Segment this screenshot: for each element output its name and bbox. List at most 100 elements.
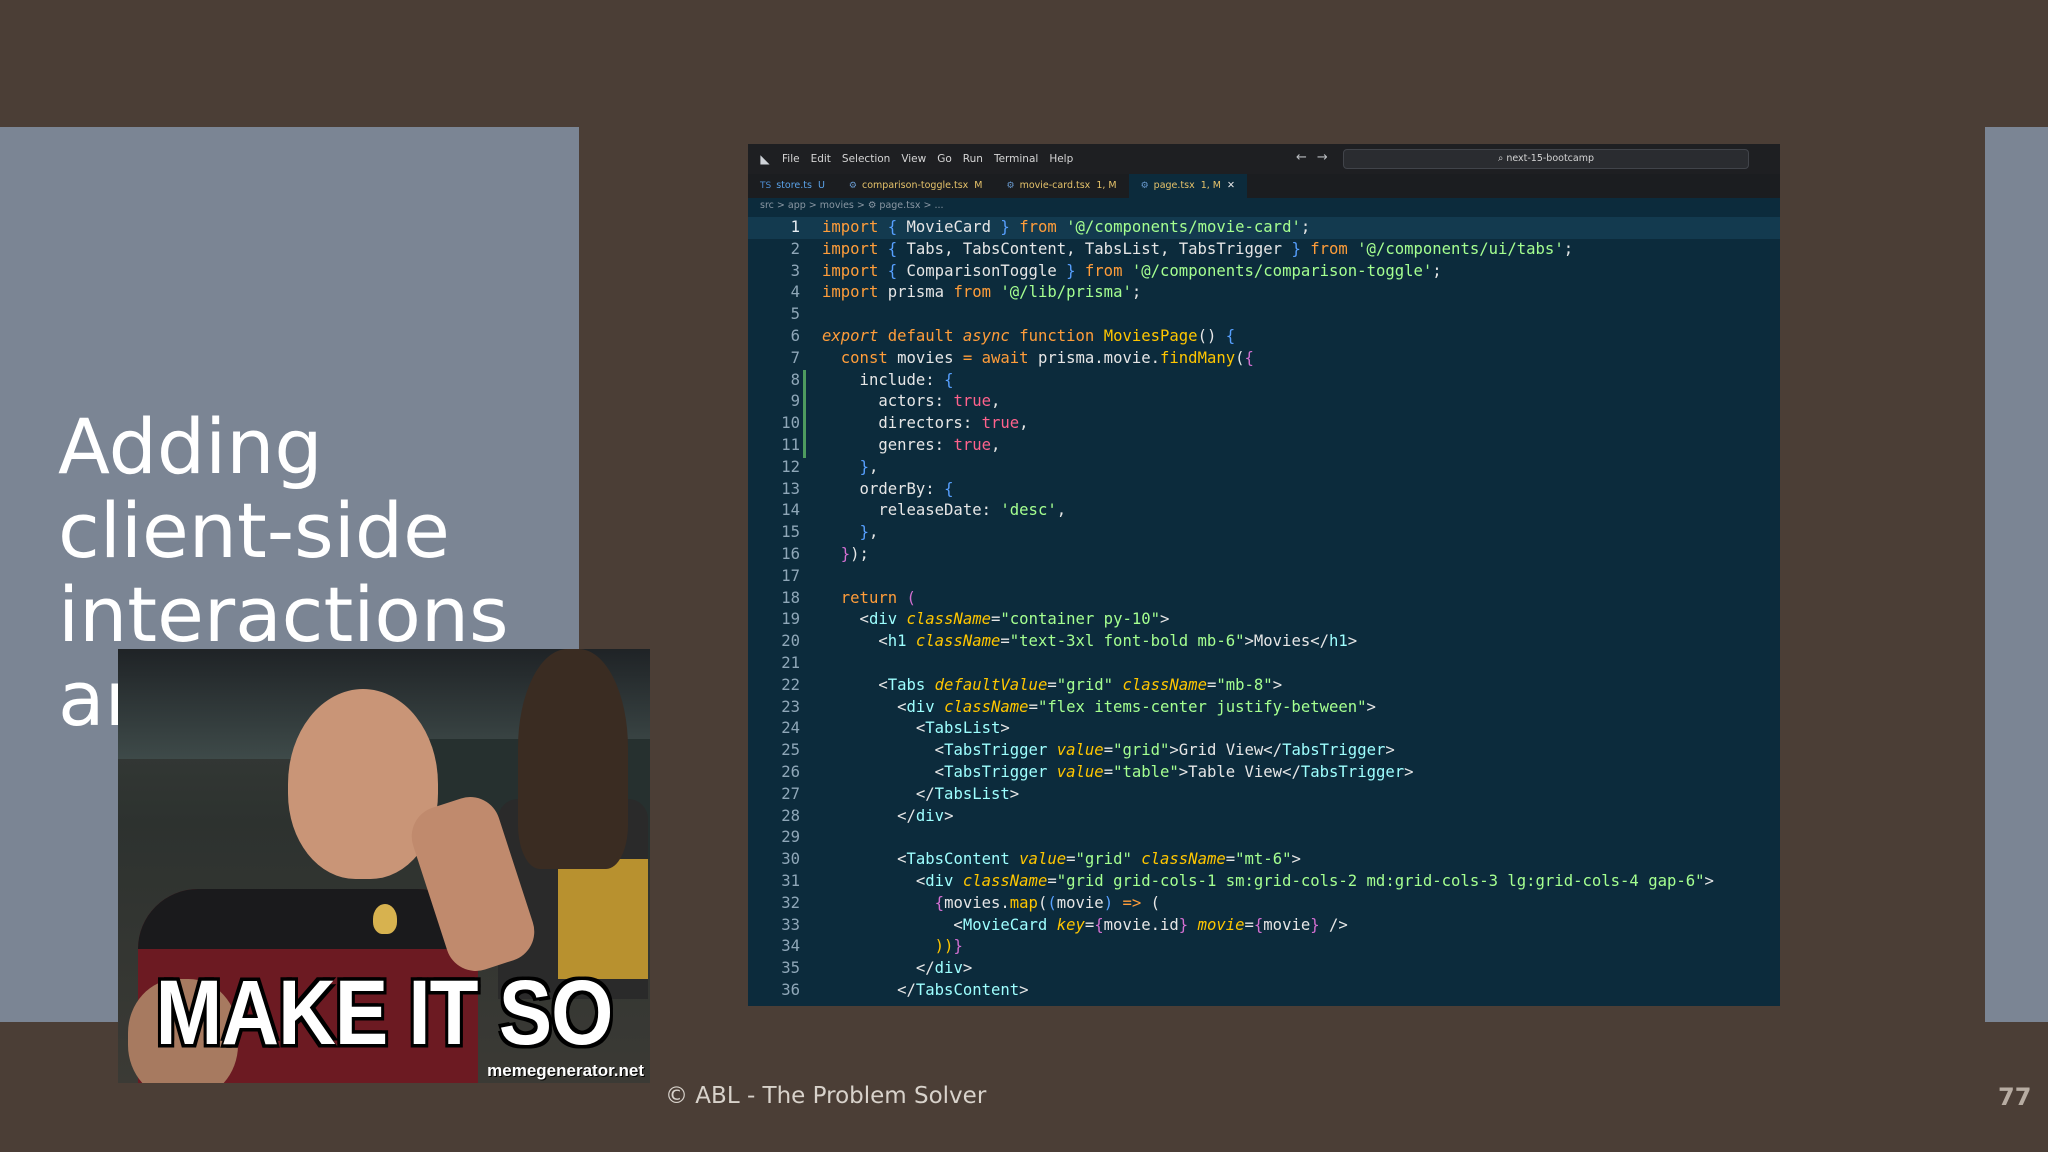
- code-text: const movies = await prisma.movie.findMa…: [840, 348, 1254, 367]
- menu-item-selection[interactable]: Selection: [842, 153, 890, 165]
- line-number: 35: [781, 959, 800, 978]
- code-text: </div>: [822, 806, 954, 825]
- code-line[interactable]: 7 const movies = await prisma.movie.find…: [748, 348, 1780, 370]
- tab-comparison-toggle[interactable]: ⚙ comparison-toggle.tsx M: [837, 174, 995, 198]
- code-line[interactable]: 2 import { Tabs, TabsContent, TabsList, T…: [748, 239, 1780, 261]
- menu-item-terminal[interactable]: Terminal: [994, 153, 1038, 165]
- code-line[interactable]: 24 <TabsList>: [748, 718, 1780, 740]
- code-text: <TabsList>: [822, 719, 1010, 738]
- tab-label: comparison-toggle.tsx: [862, 180, 969, 191]
- code-line[interactable]: 20 <h1 className="text-3xl font-bold mb-…: [748, 631, 1780, 653]
- code-line[interactable]: 23 <div className="flex items-center jus…: [748, 697, 1780, 719]
- code-line[interactable]: 19 <div className="container py-10">: [748, 609, 1780, 631]
- code-line[interactable]: 22 <Tabs defaultValue="grid" className="…: [748, 675, 1780, 697]
- meme-watermark: memegenerator.net: [487, 1061, 644, 1080]
- code-line[interactable]: 32 {movies.map((movie) => (: [748, 893, 1780, 915]
- line-number: 26: [781, 763, 800, 781]
- code-text: return (: [840, 588, 916, 607]
- code-text: </TabsContent>: [822, 981, 1029, 999]
- code-line[interactable]: 27 </TabsList>: [748, 784, 1780, 806]
- code-text: actors: true,: [822, 392, 1001, 411]
- code-text: orderBy: {: [822, 479, 954, 498]
- code-line[interactable]: 34 ))}: [748, 936, 1780, 958]
- line-number: 4: [790, 283, 800, 302]
- slide-title-line: client-side: [58, 486, 450, 575]
- breadcrumb[interactable]: src > app > movies > ⚙ page.tsx > ...: [760, 200, 944, 216]
- code-line[interactable]: 4 import prisma from '@/lib/prisma';: [748, 282, 1780, 304]
- code-text: export default async function MoviesPage…: [822, 327, 1236, 345]
- close-icon[interactable]: ✕: [1227, 180, 1235, 191]
- code-line[interactable]: 30 <TabsContent value="grid" className="…: [748, 849, 1780, 871]
- code-line[interactable]: 6 export default async function MoviesPag…: [748, 326, 1780, 348]
- line-number: 28: [781, 806, 800, 825]
- line-number: 2: [790, 239, 800, 258]
- code-line[interactable]: 21: [748, 653, 1780, 675]
- code-line[interactable]: 15 },: [748, 522, 1780, 544]
- line-number: 20: [781, 632, 800, 651]
- code-line[interactable]: 13 orderBy: {: [748, 479, 1780, 501]
- line-number: 33: [781, 915, 800, 934]
- tab-status: 1, M: [1096, 180, 1117, 191]
- slide-title-line: interactions: [58, 570, 509, 659]
- line-number: 15: [781, 523, 800, 542]
- menu-item-go[interactable]: Go: [937, 153, 952, 165]
- vscode-logo-icon[interactable]: ◣: [754, 152, 776, 166]
- meme-combadge: [373, 904, 397, 934]
- code-text: },: [859, 523, 879, 542]
- code-text: <TabsTrigger value="grid">Grid View</Tab…: [822, 741, 1395, 760]
- line-number: 30: [781, 850, 800, 869]
- code-line[interactable]: 17: [748, 566, 1780, 588]
- code-text: },: [859, 457, 879, 476]
- line-number: 1: [790, 218, 800, 236]
- meme-caption: MAKE IT SO: [155, 961, 614, 1064]
- line-number: 10: [781, 414, 800, 433]
- line-number: 32: [781, 893, 800, 912]
- code-line[interactable]: 28 </div>: [748, 806, 1780, 828]
- tab-status: M: [974, 180, 983, 191]
- slide-right-panel: [1985, 127, 2048, 1022]
- editor-tabs: TS store.ts U ⚙ comparison-toggle.tsx M ⚙ mov…: [748, 174, 1780, 198]
- code-line[interactable]: 33 <MovieCard key={movie.id} movie={movi…: [748, 915, 1780, 937]
- menu-item-run[interactable]: Run: [963, 153, 983, 165]
- code-text: {movies.map((movie) => (: [934, 893, 1161, 912]
- code-editor[interactable]: 1 import { MovieCard } from '@/components…: [748, 217, 1780, 1006]
- code-line[interactable]: 3 import { ComparisonToggle } from '@/com…: [748, 261, 1780, 283]
- menu-item-help[interactable]: Help: [1049, 153, 1073, 165]
- back-arrow-icon[interactable]: ←: [1296, 150, 1307, 165]
- tab-movie-card[interactable]: ⚙ movie-card.tsx 1, M: [995, 174, 1129, 198]
- forward-arrow-icon[interactable]: →: [1317, 150, 1328, 165]
- code-text: <MovieCard key={movie.id} movie={movie} …: [822, 915, 1348, 934]
- code-text: <Tabs defaultValue="grid" className="mb-…: [822, 675, 1283, 694]
- code-line[interactable]: 5: [748, 304, 1780, 326]
- code-line[interactable]: 9 actors: true,: [748, 391, 1780, 413]
- tab-store-ts[interactable]: TS store.ts U: [748, 174, 837, 198]
- code-line[interactable]: 31 <div className="grid grid-cols-1 sm:g…: [748, 871, 1780, 893]
- code-text: import { Tabs, TabsContent, TabsList, Ta…: [822, 239, 1574, 258]
- line-number: 11: [781, 436, 800, 454]
- code-line[interactable]: 12 },: [748, 457, 1780, 479]
- code-text: <TabsTrigger value="table">Table View</T…: [822, 763, 1414, 781]
- code-line[interactable]: 16 });: [748, 544, 1780, 566]
- menu-item-view[interactable]: View: [901, 153, 926, 165]
- vscode-window: ◣ File Edit Selection View Go Run Termin…: [748, 144, 1780, 1006]
- code-line[interactable]: 18 return (: [748, 588, 1780, 610]
- code-line[interactable]: 14 releaseDate: 'desc',: [748, 500, 1780, 522]
- menu-item-edit[interactable]: Edit: [811, 153, 831, 165]
- code-text: </div>: [822, 959, 973, 978]
- code-line[interactable]: 29: [748, 827, 1780, 849]
- code-line[interactable]: 10 directors: true,: [748, 413, 1780, 435]
- menu-item-file[interactable]: File: [782, 153, 800, 165]
- code-line[interactable]: 11 genres: true,: [748, 435, 1780, 457]
- command-center-search[interactable]: ⌕ next-15-bootcamp: [1343, 149, 1749, 169]
- tab-page-tsx[interactable]: ⚙ page.tsx 1, M ✕: [1128, 174, 1247, 198]
- code-line[interactable]: 8 include: {: [748, 370, 1780, 392]
- code-line[interactable]: 36 </TabsContent>: [748, 980, 1780, 1002]
- code-line[interactable]: 1 import { MovieCard } from '@/components…: [748, 217, 1780, 239]
- menu-bar: File Edit Selection View Go Run Terminal…: [782, 153, 1084, 165]
- code-line[interactable]: 26 <TabsTrigger value="table">Table View…: [748, 762, 1780, 784]
- code-text: releaseDate: 'desc',: [822, 501, 1067, 520]
- line-number: 6: [790, 327, 800, 345]
- line-number: 8: [790, 370, 800, 389]
- code-line[interactable]: 35 </div>: [748, 958, 1780, 980]
- code-line[interactable]: 25 <TabsTrigger value="grid">Grid View</…: [748, 740, 1780, 762]
